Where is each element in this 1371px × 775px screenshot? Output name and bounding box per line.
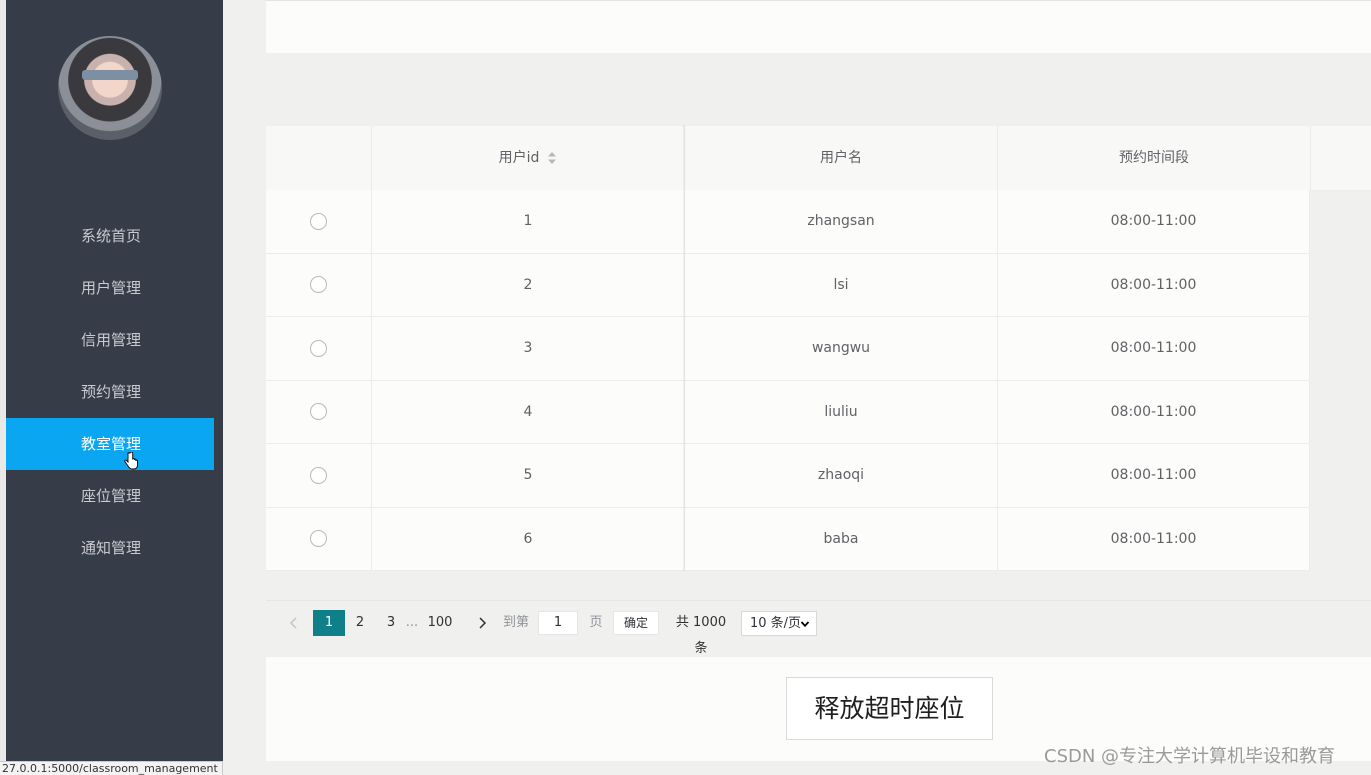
cell-time-slot: 08:00-11:00: [998, 190, 1310, 253]
table-header: 用户id 用户名 预约时间段: [266, 125, 1371, 191]
cell-username: lsi: [685, 253, 998, 317]
cell-user-id: 3: [372, 317, 685, 380]
table-row[interactable]: 5 zhaoqi 08:00-11:00: [266, 444, 1310, 508]
divider: [266, 600, 1371, 601]
release-timeout-seats-button[interactable]: 释放超时座位: [786, 677, 993, 740]
sidebar-item-label: 教室管理: [81, 435, 142, 453]
cell-time-slot: 08:00-11:00: [998, 380, 1310, 444]
next-page-icon[interactable]: [474, 610, 490, 636]
watermark: CSDN @专注大学计算机毕设和教育: [1044, 746, 1336, 767]
sidebar-item-label: 预约管理: [81, 383, 142, 401]
header-select: [266, 126, 372, 190]
page-3-button[interactable]: 3: [383, 610, 399, 636]
fixed-column-shadow: [683, 125, 686, 571]
sidebar-item-users[interactable]: 用户管理: [6, 262, 214, 314]
search-panel: [266, 0, 1371, 53]
status-bar-url: 27.0.0.1:5000/classroom_management: [0, 761, 223, 775]
cell-user-id: 4: [372, 380, 685, 444]
row-radio[interactable]: [310, 530, 327, 547]
row-radio[interactable]: [310, 276, 327, 293]
table-row[interactable]: 6 baba 08:00-11:00: [266, 507, 1310, 571]
reservation-table: 用户id 用户名 预约时间段 1 zhangsan 08:00-11:00 2 lsi 0…: [266, 125, 1371, 571]
cell-username: baba: [685, 507, 998, 571]
total-count: 共 1000 条: [675, 615, 727, 656]
sidebar-item-notices[interactable]: 通知管理: [6, 522, 214, 574]
cell-time-slot: 08:00-11:00: [998, 507, 1310, 571]
header-label: 用户名: [820, 150, 862, 166]
goto-label: 到第: [502, 615, 529, 630]
row-radio[interactable]: [310, 403, 327, 420]
row-radio[interactable]: [310, 339, 327, 357]
cell-select: [266, 190, 372, 253]
cell-user-id: 1: [372, 190, 685, 253]
sort-icon[interactable]: [547, 151, 557, 165]
header-user-id[interactable]: 用户id: [372, 126, 685, 190]
goto-confirm-button[interactable]: 确定: [613, 611, 659, 635]
header-time-slot: 预约时间段: [998, 126, 1311, 190]
sidebar-menu: 系统首页 用户管理 信用管理 预约管理 教室管理 座位管理 通知管理: [6, 210, 223, 574]
goto-page-input[interactable]: 1: [538, 611, 578, 635]
avatar-visor-decoration: [82, 70, 138, 80]
header-label: 预约时间段: [1119, 150, 1189, 166]
table-body: 1 zhangsan 08:00-11:00 2 lsi 08:00-11:00 3 wang…: [266, 190, 1310, 571]
sidebar: 系统首页 用户管理 信用管理 预约管理 教室管理 座位管理 通知管理: [6, 0, 223, 774]
cell-select: [266, 380, 372, 444]
cell-user-id: 5: [372, 444, 685, 507]
table-row[interactable]: 1 zhangsan 08:00-11:00: [266, 190, 1310, 254]
page-2-button[interactable]: 2: [352, 610, 368, 636]
sidebar-item-home[interactable]: 系统首页: [6, 210, 214, 262]
sidebar-item-credit[interactable]: 信用管理: [6, 314, 214, 366]
cell-username: wangwu: [685, 317, 998, 380]
cell-user-id: 6: [372, 507, 685, 571]
cell-user-id: 2: [372, 253, 685, 317]
sidebar-item-label: 座位管理: [81, 487, 142, 505]
cell-time-slot: 08:00-11:00: [998, 317, 1310, 380]
sidebar-item-label: 用户管理: [81, 279, 142, 297]
cell-username: liuliu: [685, 380, 998, 444]
header-label: 用户id: [498, 150, 540, 166]
sidebar-item-label: 信用管理: [81, 331, 142, 349]
page-ellipsis[interactable]: ...: [403, 610, 421, 636]
table-row[interactable]: 2 lsi 08:00-11:00: [266, 253, 1310, 317]
cell-select: [266, 507, 372, 571]
cell-select: [266, 253, 372, 317]
hand-cursor-icon: [124, 452, 138, 470]
table-row[interactable]: 4 liuliu 08:00-11:00: [266, 380, 1310, 444]
sidebar-item-classrooms[interactable]: 教室管理: [6, 418, 214, 470]
page-1-button[interactable]: 1: [313, 610, 345, 636]
sidebar-item-reservations[interactable]: 预约管理: [6, 366, 214, 418]
row-radio[interactable]: [310, 466, 327, 484]
page-100-button[interactable]: 100: [426, 610, 454, 636]
cell-username: zhaoqi: [685, 444, 998, 507]
chevron-down-icon: [800, 621, 810, 628]
page-unit-label: 页: [589, 615, 603, 630]
page-size-select[interactable]: 10 条/页: [741, 611, 817, 636]
sidebar-item-label: 通知管理: [81, 539, 142, 557]
table-row[interactable]: 3 wangwu 08:00-11:00: [266, 317, 1310, 381]
row-radio[interactable]: [310, 212, 327, 230]
cell-time-slot: 08:00-11:00: [998, 444, 1310, 507]
cell-time-slot: 08:00-11:00: [998, 253, 1310, 317]
header-username: 用户名: [685, 126, 998, 190]
prev-page-icon[interactable]: [286, 610, 302, 636]
cell-select: [266, 317, 372, 380]
page-size-value: 10 条/页: [750, 616, 802, 631]
cell-select: [266, 444, 372, 507]
sidebar-item-seats[interactable]: 座位管理: [6, 470, 214, 522]
sidebar-item-label: 系统首页: [81, 227, 142, 245]
user-avatar[interactable]: [58, 36, 162, 140]
cell-username: zhangsan: [685, 190, 998, 253]
